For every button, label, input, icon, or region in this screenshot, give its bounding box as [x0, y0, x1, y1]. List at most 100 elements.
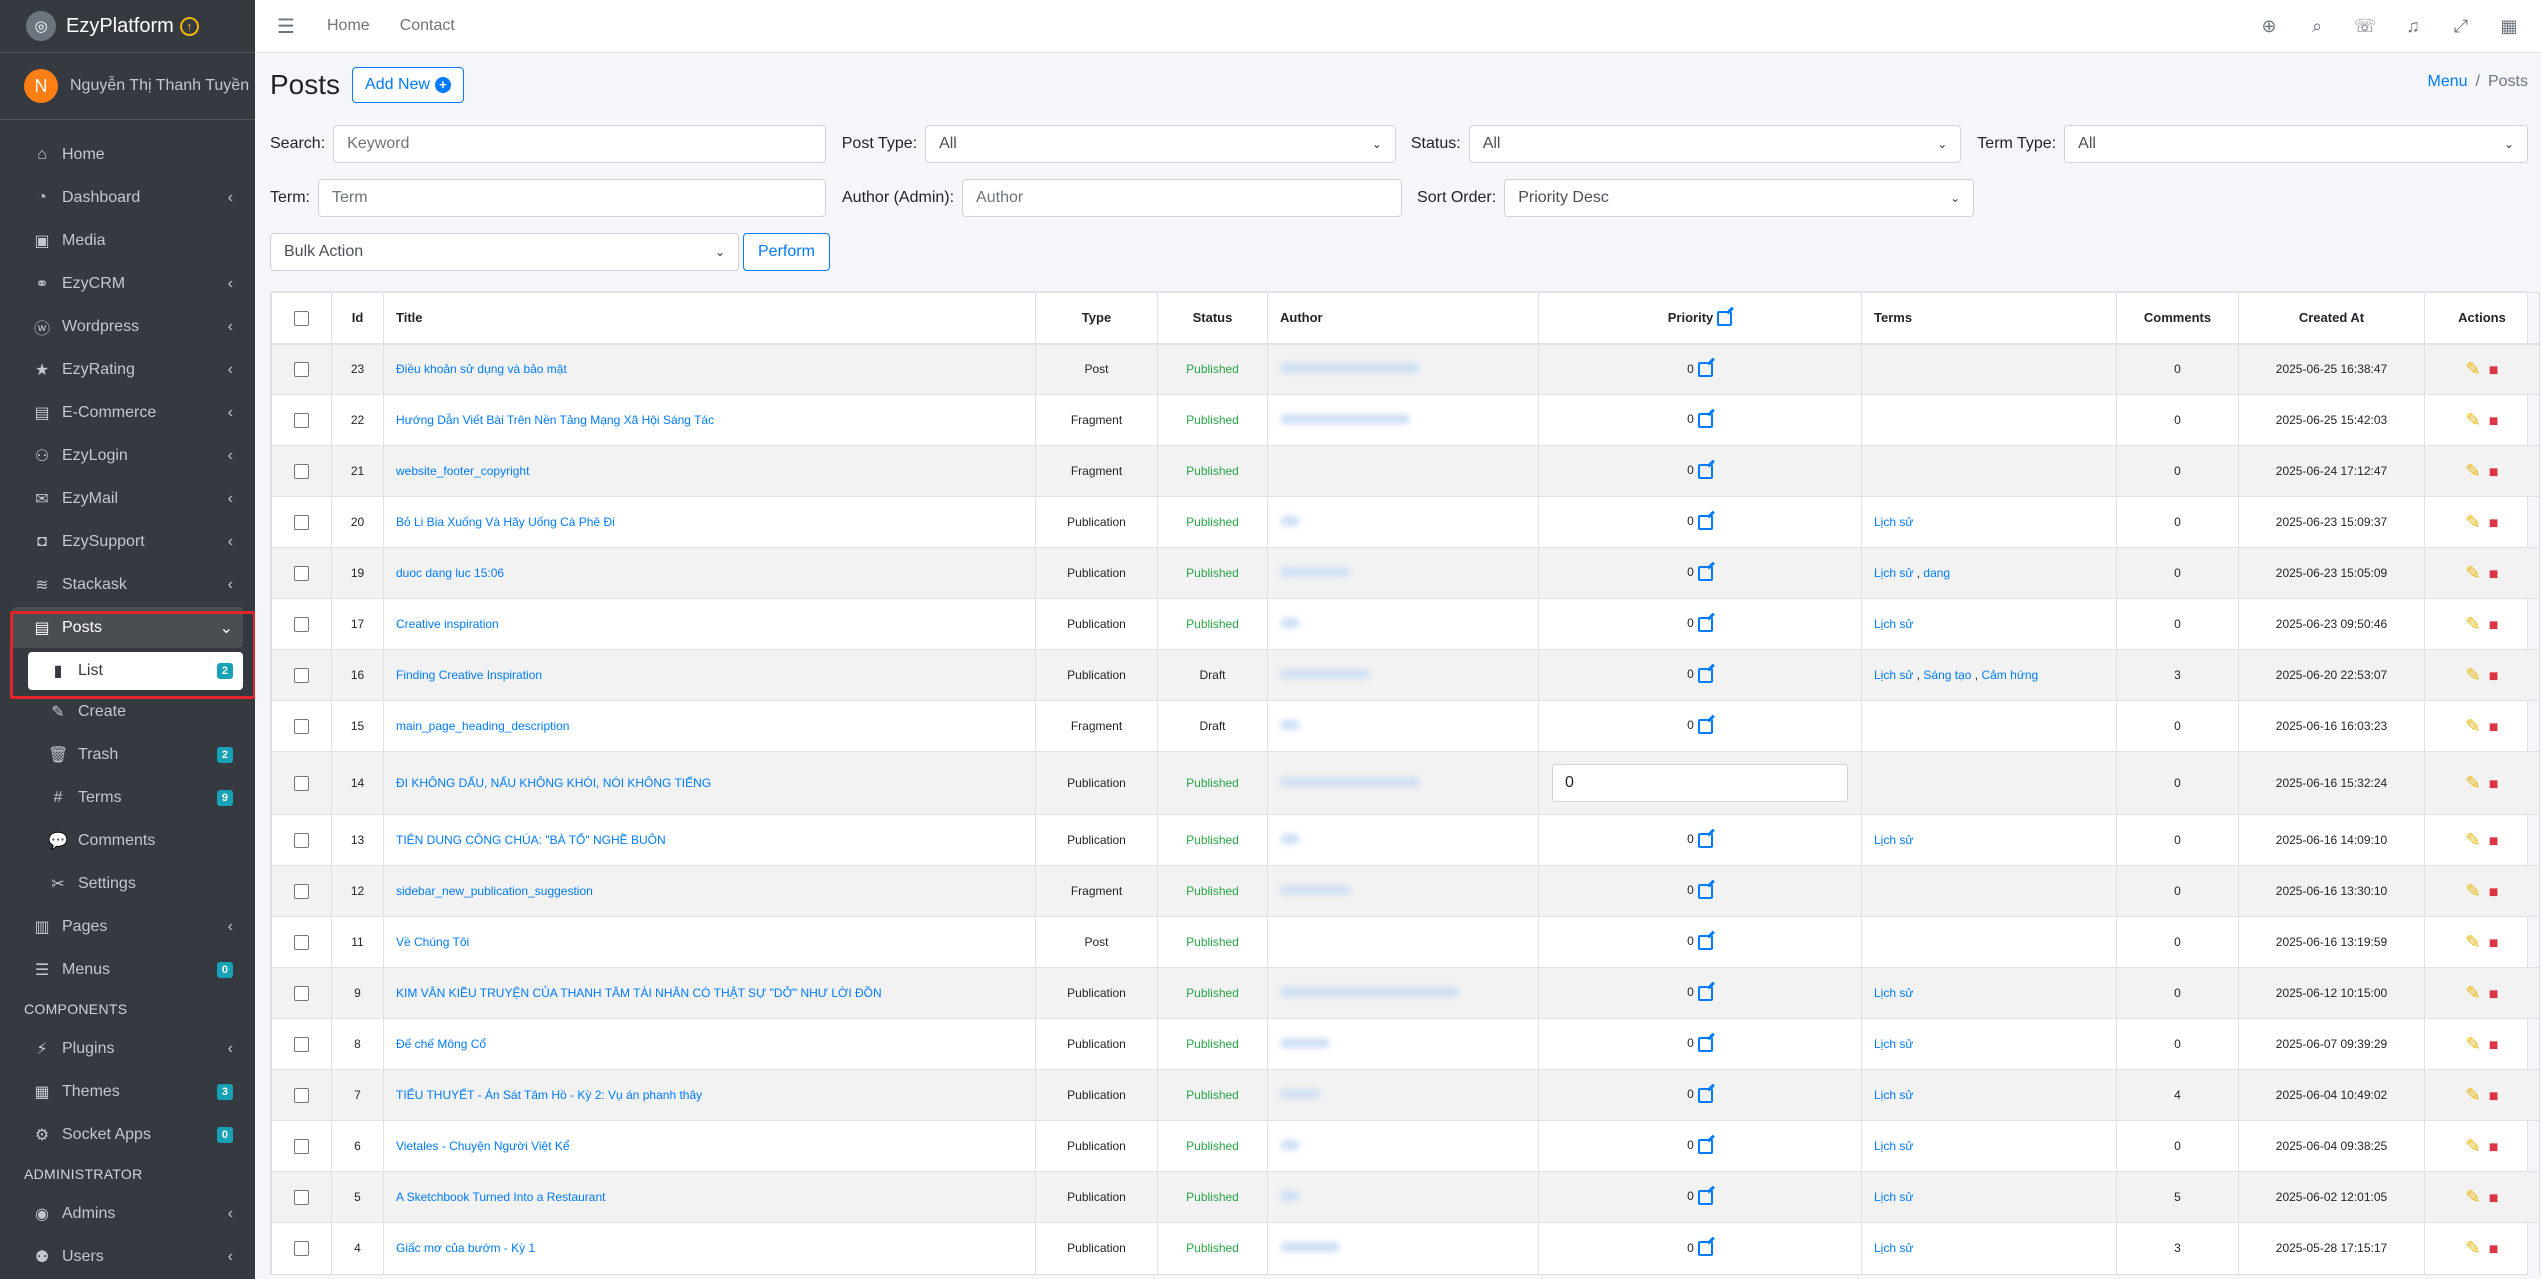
table-row[interactable]: 22 Hướng Dẫn Viết Bài Trên Nền Tảng Mạng…: [271, 394, 2540, 446]
table-row[interactable]: 19 duoc dang luc 15:06 Publication Publi…: [271, 547, 2540, 599]
trash-icon[interactable]: ■: [2489, 1037, 2499, 1054]
nav-contact-link[interactable]: Contact: [400, 17, 455, 35]
sidebar-item-socket-apps[interactable]: ⚙ Socket Apps 0: [0, 1113, 255, 1156]
trash-icon[interactable]: ■: [2489, 413, 2499, 430]
row-author[interactable]: [1267, 496, 1539, 548]
term-link[interactable]: Lịch sử: [1874, 1190, 1913, 1204]
trash-icon[interactable]: ■: [2489, 362, 2499, 379]
term-input[interactable]: Term: [318, 179, 826, 217]
sidebar-item-ezylogin[interactable]: ⚇ EzyLogin ‹: [0, 434, 255, 477]
sidebar-item-ezycrm[interactable]: ⚭ EzyCRM ‹: [0, 262, 255, 305]
table-row[interactable]: 8 Đế chế Mông Cổ Publication Published 0…: [271, 1018, 2540, 1070]
sidebar-item-e-commerce[interactable]: ▤ E-Commerce ‹: [0, 391, 255, 434]
author-input[interactable]: Author: [962, 179, 1403, 217]
trash-icon[interactable]: ■: [2489, 1139, 2499, 1156]
pencil-icon[interactable]: ✎: [2466, 563, 2481, 583]
table-row[interactable]: 5 A Sketchbook Turned Into a Restaurant …: [271, 1171, 2540, 1223]
sidebar-item-ezyrating[interactable]: ★ EzyRating ‹: [0, 348, 255, 391]
sidebar-item-home[interactable]: ⌂ Home: [0, 133, 255, 176]
sidebar-item-users[interactable]: ⚉ Users ‹: [0, 1235, 255, 1278]
col-comments[interactable]: Comments: [2116, 292, 2239, 345]
sidebar-item-themes[interactable]: ▦ Themes 3: [0, 1070, 255, 1113]
sidebar-item-comments[interactable]: 💬 Comments: [0, 819, 255, 862]
term-type-select[interactable]: All ⌄: [2064, 125, 2529, 163]
pencil-icon[interactable]: ✎: [2466, 1136, 2481, 1156]
term-link[interactable]: Lịch sử: [1874, 1139, 1913, 1153]
col-title[interactable]: Title: [383, 292, 1036, 345]
nav-home-link[interactable]: Home: [327, 17, 370, 35]
breadcrumb-menu-link[interactable]: Menu: [2428, 73, 2468, 90]
trash-icon[interactable]: ■: [2489, 986, 2499, 1003]
term-link[interactable]: Lịch sử: [1874, 1241, 1913, 1255]
col-author[interactable]: Author: [1267, 292, 1539, 345]
table-row[interactable]: 16 Finding Creative Inspiration Publicat…: [271, 649, 2540, 701]
pencil-icon[interactable]: ✎: [2466, 1034, 2481, 1054]
row-checkbox[interactable]: [294, 565, 309, 581]
trash-icon[interactable]: ■: [2489, 1088, 2499, 1105]
term-link[interactable]: dang: [1923, 566, 1950, 580]
sidebar-item-list[interactable]: ▮ List 2: [28, 652, 243, 690]
row-checkbox[interactable]: [294, 718, 309, 734]
trash-icon[interactable]: ■: [2489, 464, 2499, 481]
row-author[interactable]: [1267, 547, 1539, 599]
sidebar-item-stackask[interactable]: ≋ Stackask ‹: [0, 563, 255, 606]
edit-icon[interactable]: [1697, 1138, 1713, 1154]
col-terms[interactable]: Terms: [1861, 292, 2117, 345]
post-title-link[interactable]: Creative inspiration: [396, 617, 499, 631]
term-link[interactable]: Lịch sử: [1874, 617, 1913, 631]
edit-icon[interactable]: [1697, 412, 1713, 428]
pencil-icon[interactable]: ✎: [2466, 1238, 2481, 1258]
row-checkbox[interactable]: [294, 616, 309, 632]
row-author[interactable]: [1267, 1171, 1539, 1223]
edit-icon[interactable]: [1697, 1189, 1713, 1205]
messages-icon[interactable]: ☏: [2341, 16, 2389, 37]
pencil-icon[interactable]: ✎: [2466, 983, 2481, 1003]
pencil-icon[interactable]: ✎: [2466, 614, 2481, 634]
row-author[interactable]: [1267, 700, 1539, 752]
bulk-action-select[interactable]: Bulk Action ⌄: [270, 233, 739, 271]
pencil-icon[interactable]: ✎: [2466, 1187, 2481, 1207]
brand[interactable]: ◎ EzyPlatform ↑: [0, 0, 255, 53]
edit-icon[interactable]: [1697, 616, 1713, 632]
post-title-link[interactable]: Đế chế Mông Cổ: [396, 1037, 486, 1051]
term-link[interactable]: Lịch sử: [1874, 515, 1913, 529]
row-checkbox[interactable]: [294, 1087, 309, 1103]
row-author[interactable]: [1267, 598, 1539, 650]
table-row[interactable]: 14 ĐI KHÔNG DẤU, NẤU KHÔNG KHÓI, NÓI KHÔ…: [271, 751, 2540, 815]
edit-icon[interactable]: [1697, 514, 1713, 530]
trash-icon[interactable]: ■: [2489, 833, 2499, 850]
post-title-link[interactable]: main_page_heading_description: [396, 719, 569, 733]
sidebar-item-admins[interactable]: ◉ Admins ‹: [0, 1192, 255, 1235]
table-row[interactable]: 23 Điều khoản sử dụng và bảo mật Post Pu…: [271, 343, 2540, 395]
table-row[interactable]: 6 Vietales - Chuyện Người Việt Kể Public…: [271, 1120, 2540, 1172]
term-link[interactable]: Lịch sử: [1874, 566, 1913, 580]
row-author[interactable]: [1267, 1222, 1539, 1274]
edit-icon[interactable]: [1697, 985, 1713, 1001]
edit-icon[interactable]: [1717, 310, 1733, 326]
edit-icon[interactable]: [1697, 1240, 1713, 1256]
pencil-icon[interactable]: ✎: [2466, 359, 2481, 379]
post-title-link[interactable]: TIỂU THUYẾT - Án Sát Tâm Hồ - Kỳ 2: Vụ á…: [396, 1088, 702, 1102]
pencil-icon[interactable]: ✎: [2466, 716, 2481, 736]
col-type[interactable]: Type: [1035, 292, 1158, 345]
pencil-icon[interactable]: ✎: [2466, 665, 2481, 685]
row-author[interactable]: [1267, 1069, 1539, 1121]
edit-icon[interactable]: [1697, 883, 1713, 899]
select-all-checkbox[interactable]: [294, 310, 309, 326]
table-row[interactable]: 4 Giấc mơ của bướm - Kỳ 1 Publication Pu…: [271, 1222, 2540, 1274]
row-author[interactable]: [1267, 916, 1539, 968]
post-title-link[interactable]: TIÊN DUNG CÔNG CHÚA: "BÀ TỔ" NGHỀ BUÔN: [396, 833, 666, 847]
post-title-link[interactable]: Hướng Dẫn Viết Bài Trên Nền Tảng Mạng Xã…: [396, 413, 714, 427]
bell-icon[interactable]: ♫: [2389, 16, 2437, 37]
edit-icon[interactable]: [1697, 565, 1713, 581]
trash-icon[interactable]: ■: [2489, 617, 2499, 634]
post-title-link[interactable]: KIM VÂN KIỀU TRUYỆN CỦA THANH TÂM TÀI NH…: [396, 986, 882, 1000]
pencil-icon[interactable]: ✎: [2466, 461, 2481, 481]
col-id[interactable]: Id: [331, 292, 384, 345]
table-row[interactable]: 9 KIM VÂN KIỀU TRUYỆN CỦA THANH TÂM TÀI …: [271, 967, 2540, 1019]
post-type-select[interactable]: All ⌄: [925, 125, 1396, 163]
row-author[interactable]: [1267, 814, 1539, 866]
table-row[interactable]: 21 website_footer_copyright Fragment Pub…: [271, 445, 2540, 497]
sidebar-item-ezysupport[interactable]: ◘ EzySupport ‹: [0, 520, 255, 563]
pencil-icon[interactable]: ✎: [2466, 881, 2481, 901]
